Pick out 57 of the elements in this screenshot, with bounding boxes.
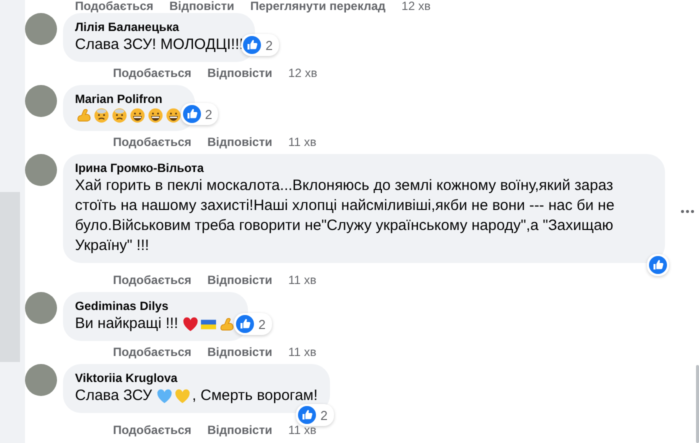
like-icon [298, 406, 316, 424]
action-link[interactable]: Подобається [113, 273, 192, 287]
grinning-face-icon [129, 107, 146, 124]
comment-text: , Смерть ворогам! [192, 386, 318, 406]
author-name[interactable]: Ірина Громко-Вільота [75, 160, 653, 176]
scrollbar[interactable] [696, 365, 699, 443]
timestamp: 12 хв [402, 0, 431, 13]
timestamp: 11 хв [288, 135, 316, 149]
comment-text: Ви найкращі !!! [75, 314, 180, 334]
reaction-badge[interactable]: 2 [181, 103, 218, 125]
reaction-count: 2 [265, 38, 273, 52]
reaction-count: 2 [320, 408, 329, 422]
comment-text: Слава ЗСУ [75, 386, 153, 406]
heart-icon [156, 388, 174, 404]
action-link[interactable]: Відповісти [207, 66, 272, 80]
avatar[interactable] [25, 292, 57, 324]
heart-icon [174, 388, 192, 404]
comment-text: Слава ЗСУ! МОЛОДЦІ!!! [75, 35, 244, 55]
avatar[interactable] [25, 85, 57, 117]
author-name[interactable]: Marian Polifron [75, 91, 183, 107]
timestamp: 11 хв [288, 423, 316, 437]
avatar[interactable] [25, 13, 57, 45]
avatar[interactable] [25, 154, 57, 186]
reaction-count: 2 [258, 316, 266, 332]
action-link[interactable]: Відповісти [207, 135, 272, 149]
timestamp: 12 хв [288, 66, 318, 80]
reaction-badge[interactable]: 2 [241, 34, 279, 56]
author-name[interactable]: Лілія Баланецька [75, 19, 244, 35]
like-icon [243, 36, 262, 54]
author-name[interactable]: Viktoriia Kruglova [75, 370, 318, 386]
reaction-badge[interactable]: 2 [234, 313, 272, 335]
reaction-count: 2 [205, 106, 212, 122]
comment-text: Хай горить в пеклі москалота...Вклоняюсь до землі кожному воїну,який зараз стоїть на нашому захисті!Наші хлопці найсміливіші,якби не вони --- нас би не було.Військовим треба говорити не"Служу українському народу",а "Захищаю Україну" !!! [75, 177, 616, 254]
avatar[interactable] [25, 364, 57, 396]
action-link[interactable]: Подобається [113, 423, 192, 437]
action-link[interactable]: Подобається [113, 135, 192, 149]
action-link[interactable]: Відповісти [207, 345, 272, 359]
reaction-badge[interactable] [647, 254, 669, 276]
action-link[interactable]: Відповісти [169, 0, 234, 13]
action-link[interactable]: Подобається [113, 66, 192, 80]
timestamp: 11 хв [288, 345, 316, 359]
sad-face-icon [93, 107, 110, 124]
action-link[interactable]: Відповісти [207, 273, 272, 287]
heart-icon [182, 316, 200, 332]
timestamp: 11 хв [288, 273, 316, 287]
action-link[interactable]: Подобається [75, 0, 154, 13]
grinning-face-icon [165, 107, 182, 124]
like-icon [183, 105, 201, 123]
action-link[interactable]: Подобається [113, 345, 192, 359]
sad-face-icon [111, 107, 128, 124]
reaction-badge[interactable]: 2 [296, 404, 334, 426]
action-link[interactable]: Відповісти [207, 423, 272, 437]
grinning-face-icon [147, 107, 164, 124]
like-icon [236, 315, 254, 333]
like-icon [649, 256, 667, 274]
author-name[interactable]: Gediminas Dilys [75, 298, 236, 314]
action-link[interactable]: Переглянути переклад [250, 0, 386, 13]
